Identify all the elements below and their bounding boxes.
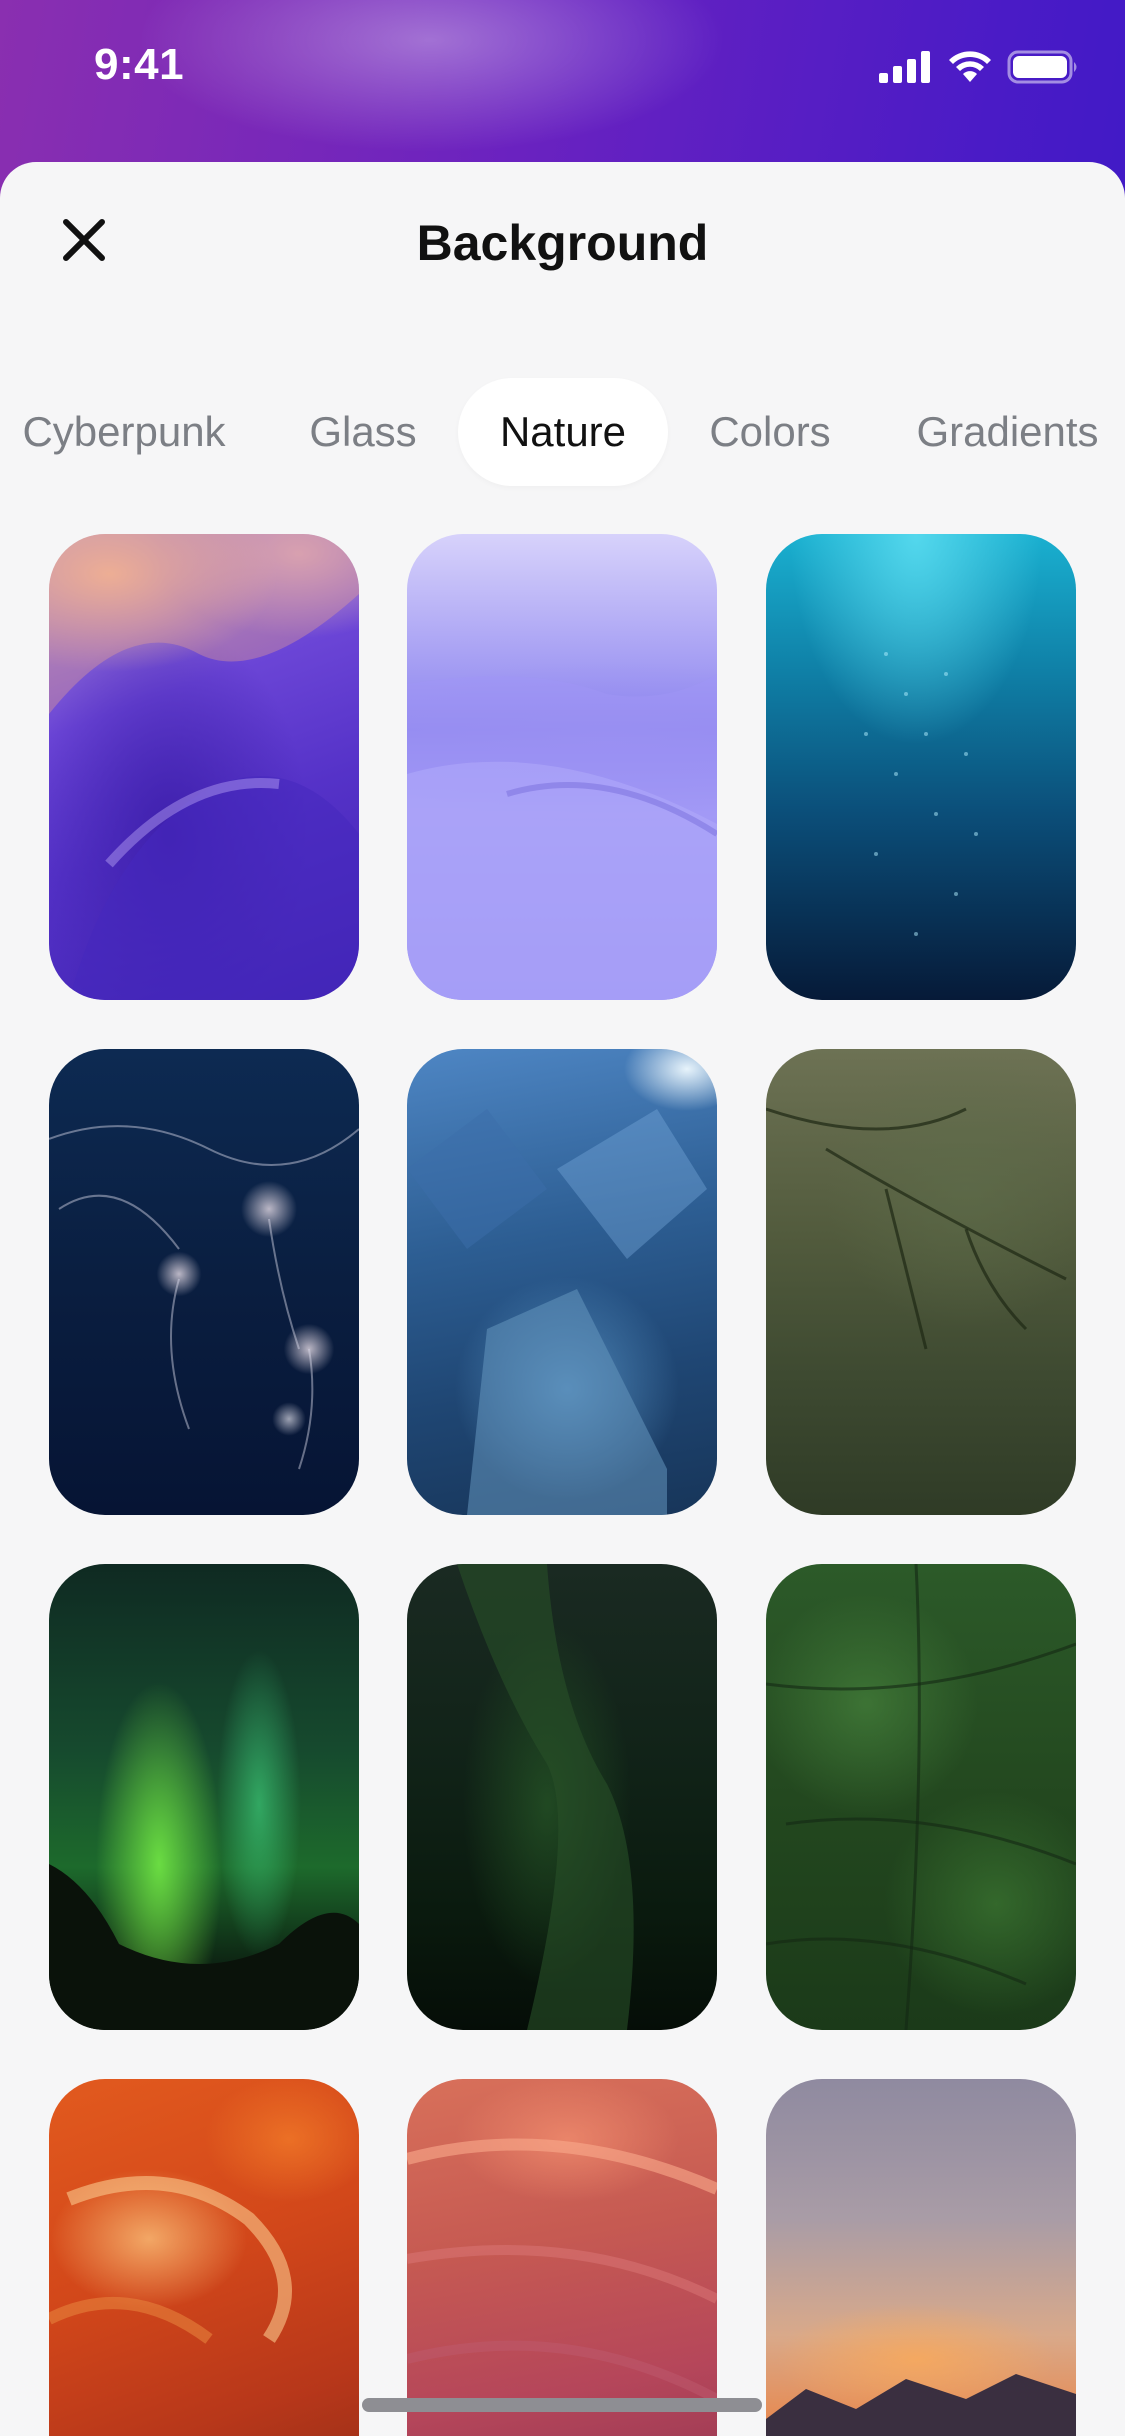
wallpaper-forest-tree[interactable]: [407, 1564, 717, 2030]
wallpaper-fern-leaves[interactable]: [766, 1564, 1076, 2030]
tab-gradients[interactable]: Gradients: [900, 378, 1115, 486]
status-time: 9:41: [94, 40, 185, 89]
tab-cyberpunk[interactable]: Cyberpunk: [0, 378, 248, 486]
wallpaper-purple-dunes[interactable]: [407, 534, 717, 1000]
wallpaper-ice-cave[interactable]: [407, 1049, 717, 1515]
wallpaper-pink-canyon[interactable]: [407, 2079, 717, 2436]
wallpaper-underwater-bubbles[interactable]: [766, 534, 1076, 1000]
sheet-title: Background: [416, 215, 709, 271]
wallpaper-orange-canyon[interactable]: [49, 2079, 359, 2436]
home-indicator: [362, 2398, 762, 2412]
category-tabs: Cyberpunk Glass Nature Colors Gradients: [0, 378, 1125, 486]
wallpaper-pine-branches[interactable]: [766, 1049, 1076, 1515]
wallpaper-jellyfish[interactable]: [49, 1049, 359, 1515]
wifi-icon: [947, 50, 993, 89]
battery-icon: [1007, 50, 1081, 89]
wallpaper-green-aurora[interactable]: [49, 1564, 359, 2030]
status-icons: [879, 50, 1081, 89]
signal-icon: [879, 51, 933, 88]
phone-screen: 9:41 Background Cyberpunk Glass Nature C…: [0, 0, 1125, 2436]
tab-glass[interactable]: Glass: [296, 378, 430, 486]
tab-nature[interactable]: Nature: [458, 378, 668, 486]
tab-colors[interactable]: Colors: [696, 378, 844, 486]
wallpaper-purple-canyon[interactable]: [49, 534, 359, 1000]
status-bar: 9:41: [0, 0, 1125, 140]
wallpaper-mountain-sunset[interactable]: [766, 2079, 1076, 2436]
